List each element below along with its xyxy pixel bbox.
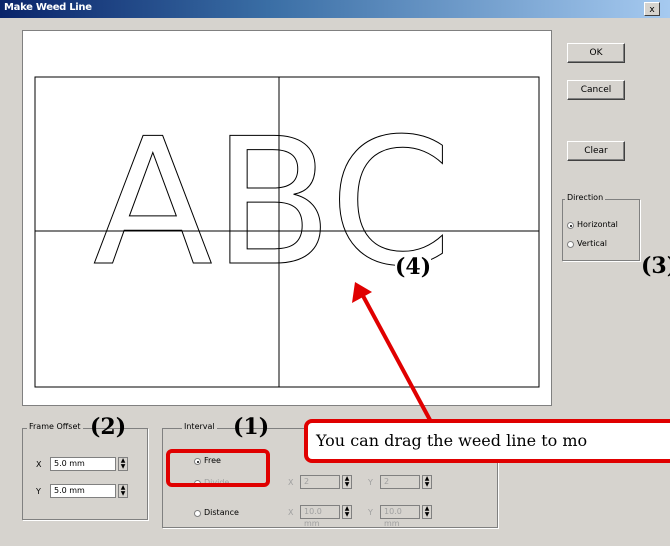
distance-y-label: Y	[368, 508, 373, 517]
vertical-label: Vertical	[577, 239, 607, 248]
annotation-3: (3)	[641, 253, 670, 279]
frame-offset-x-label: X	[36, 460, 42, 469]
divide-y-spinner[interactable]: ▲ ▼	[422, 475, 432, 489]
divide-x-spinner[interactable]: ▲ ▼	[342, 475, 352, 489]
divide-x-label: X	[288, 478, 294, 487]
window-title: Make Weed Line	[4, 2, 92, 13]
direction-group	[562, 199, 640, 261]
distance-x-label: X	[288, 508, 294, 517]
frame-offset-x-input[interactable]: 5.0 mm	[50, 457, 116, 471]
annotation-2: (2)	[90, 414, 127, 440]
frame-offset-title: Frame Offset	[27, 422, 83, 431]
callout-box: You can drag the weed line to mo	[304, 419, 670, 463]
distance-radio[interactable]	[194, 510, 201, 517]
frame-offset-y-input[interactable]: 5.0 mm	[50, 484, 116, 498]
frame-offset-x-spinner[interactable]: ▲ ▼	[118, 457, 128, 471]
annotation-1: (1)	[233, 414, 270, 440]
distance-label: Distance	[204, 508, 239, 517]
frame-offset-y-spinner[interactable]: ▲ ▼	[118, 484, 128, 498]
distance-x-spinner[interactable]: ▲ ▼	[342, 505, 352, 519]
canvas-drawing: ABC	[34, 76, 540, 388]
distance-x-input[interactable]: 10.0 mm	[300, 505, 340, 528]
title-bar[interactable]: Make Weed Line x	[0, 0, 670, 18]
distance-y-input[interactable]: 10.0 mm	[380, 505, 420, 528]
divide-y-label: Y	[368, 478, 373, 487]
frame-offset-y-label: Y	[36, 487, 41, 496]
preview-canvas[interactable]: ABC	[22, 30, 552, 406]
make-weed-line-dialog: Make Weed Line x ABC OK Cancel Clear Dir…	[0, 0, 670, 546]
interval-title: Interval	[182, 422, 217, 431]
divide-x-input[interactable]: 2	[300, 475, 340, 489]
vertical-radio[interactable]	[567, 241, 574, 248]
horizontal-label: Horizontal	[577, 220, 618, 229]
direction-group-title: Direction	[565, 193, 606, 202]
frame-offset-group	[22, 428, 148, 520]
annotation-4: (4)	[395, 254, 432, 280]
divide-y-input[interactable]: 2	[380, 475, 420, 489]
free-highlight-box	[166, 449, 270, 487]
cancel-button[interactable]: Cancel	[567, 80, 625, 100]
distance-y-spinner[interactable]: ▲ ▼	[422, 505, 432, 519]
ok-button[interactable]: OK	[567, 43, 625, 63]
close-button[interactable]: x	[644, 2, 660, 16]
clear-button[interactable]: Clear	[567, 141, 625, 161]
horizontal-radio[interactable]	[567, 222, 574, 229]
